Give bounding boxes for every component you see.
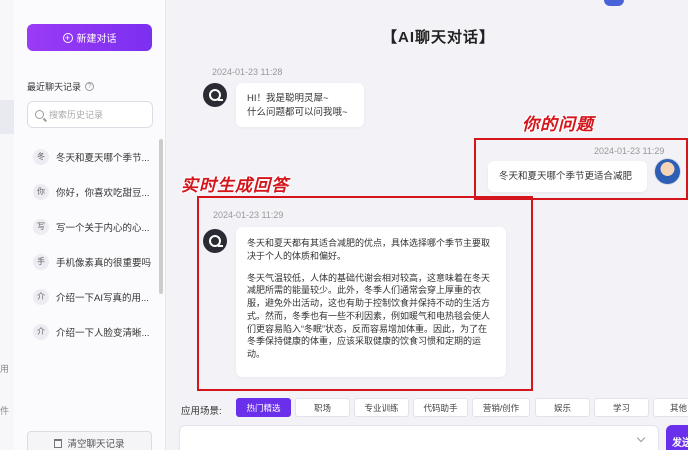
bot-avatar — [203, 83, 227, 107]
rail-label-file: 件 — [0, 406, 10, 416]
scene-tag-code[interactable]: 代码助手 — [413, 398, 468, 417]
clear-history-button[interactable]: 清空聊天记录 — [27, 431, 152, 450]
history-avatar: 介 — [33, 323, 49, 340]
recent-chats-title: 最近聊天记录 ? — [27, 80, 95, 93]
trash-icon — [54, 438, 63, 448]
history-search — [27, 101, 153, 128]
scene-tag-other[interactable]: 其他 — [653, 398, 688, 417]
bot-message-bubble: HI！我是聪明灵犀~ 什么问题都可以问我哦~ — [236, 83, 364, 127]
bot-message-line: HI！我是聪明灵犀~ — [247, 93, 329, 104]
bot-message-line: 什么问题都可以问我哦~ — [247, 106, 348, 118]
scene-tag-entertainment[interactable]: 娱乐 — [535, 398, 590, 417]
new-chat-button[interactable]: + 新建对话 — [27, 24, 152, 51]
bot-logo-icon — [209, 89, 223, 101]
history-text: 介绍一下人脸变清晰... — [56, 327, 150, 339]
top-tab-stub — [604, 0, 624, 6]
message-timestamp: 2024-01-23 11:29 — [213, 210, 284, 220]
new-chat-label: 新建对话 — [76, 34, 117, 45]
scene-label: 应用场景: — [181, 406, 222, 417]
page-title: 【AI聊天对话】 — [382, 29, 496, 46]
user-message-line: 冬天和夏天哪个季节更适合减肥 — [499, 171, 633, 182]
bot-logo-icon — [209, 235, 223, 247]
history-avatar: 介 — [33, 288, 49, 305]
history-item[interactable]: 你 你好，你喜欢吃甜豆... — [14, 174, 166, 209]
history-avatar: 你 — [33, 183, 49, 200]
history-text: 介绍一下AI写真的用... — [56, 292, 149, 304]
history-item[interactable]: 手 手机像素真的很重要吗 — [14, 244, 166, 279]
nav-rail: 用 件 — [0, 0, 14, 450]
history-text: 手机像素真的很重要吗 — [56, 257, 152, 269]
history-search-input[interactable] — [49, 109, 149, 120]
scene-tag-workplace[interactable]: 职场 — [295, 398, 350, 417]
history-avatar: 写 — [33, 218, 49, 235]
help-icon[interactable]: ? — [85, 82, 95, 91]
history-scrollbar[interactable] — [159, 139, 163, 294]
chat-input[interactable] — [179, 425, 659, 450]
rail-active-item[interactable] — [0, 100, 14, 134]
plus-icon: + — [62, 32, 73, 43]
bot-message-paragraph: 冬天和夏天都有其适合减肥的优点，具体选择哪个季节主要取决于个人的体质和偏好。 — [247, 238, 491, 261]
history-item[interactable]: 介 介绍一下AI写真的用... — [14, 279, 166, 314]
history-avatar: 冬 — [33, 148, 49, 165]
sidebar: + 新建对话 最近聊天记录 ? 冬 冬天和夏天哪个季节... 你 你好，你喜欢吃… — [14, 0, 166, 450]
chevron-down-icon[interactable] — [636, 433, 646, 443]
search-icon — [35, 110, 44, 119]
annotation-question: 你的问题 — [522, 115, 594, 134]
history-text: 冬天和夏天哪个季节... — [56, 152, 150, 164]
scene-tag-study[interactable]: 学习 — [594, 398, 649, 417]
scene-tag-hot[interactable]: 热门精选 — [236, 398, 291, 417]
message-timestamp: 2024-01-23 11:28 — [212, 67, 283, 77]
history-text: 写一个关于内心的心... — [56, 222, 150, 234]
history-avatar: 手 — [33, 253, 49, 270]
history-text: 你好，你喜欢吃甜豆... — [56, 187, 150, 199]
scene-tag-marketing[interactable]: 营销/创作 — [472, 398, 530, 417]
message-timestamp: 2024-01-23 11:29 — [594, 146, 665, 156]
bot-avatar — [203, 229, 227, 253]
bot-message-bubble: 冬天和夏天都有其适合减肥的优点，具体选择哪个季节主要取决于个人的体质和偏好。 冬… — [236, 227, 506, 377]
bot-message-paragraph: 冬天气温较低，人体的基础代谢会相对较高，这意味着在冬天减肥所需的能量较少。此外，… — [247, 272, 491, 360]
history-item[interactable]: 介 介绍一下人脸变清晰... — [14, 314, 166, 349]
annotation-answer: 实时生成回答 — [181, 176, 289, 195]
history-list: 冬 冬天和夏天哪个季节... 你 你好，你喜欢吃甜豆... 写 写一个关于内心的… — [14, 139, 166, 349]
send-button[interactable]: 发送 — [666, 425, 688, 450]
user-message-bubble: 冬天和夏天哪个季节更适合减肥 — [488, 161, 647, 192]
user-avatar — [654, 158, 681, 185]
history-item[interactable]: 冬 冬天和夏天哪个季节... — [14, 139, 166, 174]
clear-history-label: 清空聊天记录 — [67, 439, 125, 450]
rail-label-use: 用 — [0, 364, 10, 374]
scene-tag-training[interactable]: 专业训练 — [354, 398, 409, 417]
history-item[interactable]: 写 写一个关于内心的心... — [14, 209, 166, 244]
recent-chats-label: 最近聊天记录 — [27, 82, 82, 92]
